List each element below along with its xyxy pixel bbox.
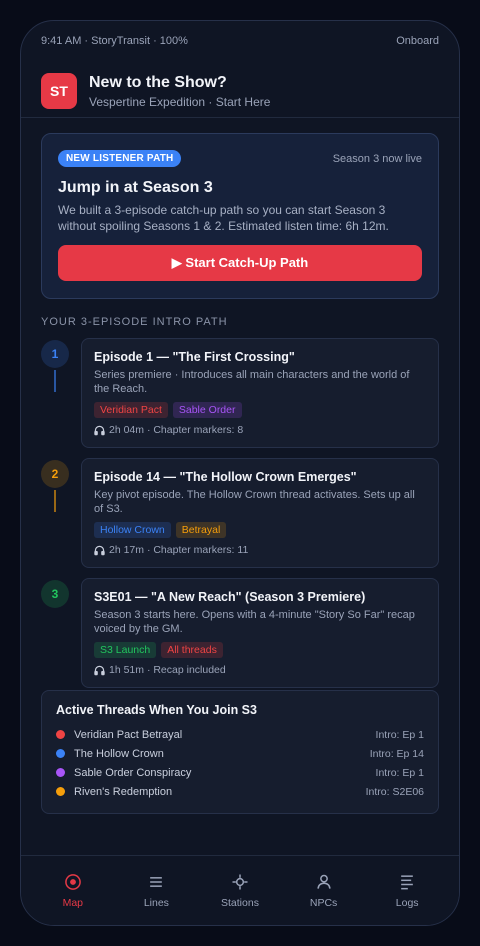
start-catch-up-button[interactable]: ▶ Start Catch-Up Path — [58, 245, 422, 281]
thread-row[interactable]: Riven's Redemption Intro: S2E06 — [56, 782, 424, 801]
thread-row[interactable]: Sable Order Conspiracy Intro: Ep 1 — [56, 763, 424, 782]
episode-card[interactable]: Episode 1 — "The First Crossing" Series … — [81, 338, 439, 448]
status-left: 9:41 AM · StoryTransit · 100% — [41, 35, 188, 47]
headphones-icon — [94, 665, 105, 675]
thread-dot — [56, 749, 65, 758]
headphones-icon — [94, 425, 105, 435]
main-content: NEW LISTENER PATH Season 3 now live Jump… — [41, 133, 439, 814]
episode-meta: 1h 51m · Recap included — [94, 664, 426, 676]
headphones-icon — [94, 545, 105, 555]
thread-intro: Intro: Ep 1 — [375, 766, 424, 779]
thread-row[interactable]: Veridian Pact Betrayal Intro: Ep 1 — [56, 725, 424, 744]
tab-lines[interactable]: Lines — [121, 872, 191, 909]
thread-dot — [56, 787, 65, 796]
tab-label: NPCs — [309, 897, 338, 909]
tab-label: Stations — [221, 897, 259, 909]
step-connector — [54, 490, 56, 512]
tab-label: Map — [62, 897, 84, 909]
npcs-icon — [314, 872, 334, 892]
thread-list: Veridian Pact Betrayal Intro: Ep 1 The H… — [56, 725, 424, 801]
thread-tag: S3 Launch — [94, 642, 157, 658]
episode-tags: Veridian Pact Sable Order — [94, 402, 426, 418]
thread-row[interactable]: The Hollow Crown Intro: Ep 14 — [56, 744, 424, 763]
hero-card: NEW LISTENER PATH Season 3 now live Jump… — [41, 133, 439, 299]
step-number: 3 — [41, 580, 69, 608]
stations-icon — [230, 872, 250, 892]
thread-intro: Intro: Ep 1 — [375, 728, 424, 741]
page-title: New to the Show? — [89, 73, 227, 91]
episode-description: Series premiere · Introduces all main ch… — [94, 369, 410, 395]
episode-title: Episode 14 — "The Hollow Crown Emerges" — [94, 470, 357, 484]
app-header: ST New to the Show? Vespertine Expeditio… — [21, 65, 459, 117]
episode-title: Episode 1 — "The First Crossing" — [94, 350, 295, 364]
tab-label: Logs — [395, 897, 419, 909]
step-number: 1 — [41, 340, 69, 368]
page-subtitle: Vespertine Expedition · Start Here — [89, 94, 271, 109]
hero-description: We built a 3-episode catch-up path so yo… — [58, 203, 389, 233]
episode-meta-text: 2h 17m · Chapter markers: 11 — [109, 544, 249, 556]
tab-stations[interactable]: Stations — [205, 872, 275, 909]
path-step: 2 Episode 14 — "The Hollow Crown Emerges… — [41, 458, 439, 578]
thread-intro: Intro: S2E06 — [365, 785, 424, 798]
thread-intro: Intro: Ep 14 — [369, 747, 424, 760]
threads-title: Active Threads When You Join S3 — [56, 703, 257, 717]
intro-path-label: YOUR 3-EPISODE INTRO PATH — [41, 316, 228, 328]
thread-name: Sable Order Conspiracy — [74, 766, 192, 779]
episode-meta: 2h 04m · Chapter markers: 8 — [94, 424, 426, 436]
thread-name: The Hollow Crown — [74, 747, 164, 760]
episode-meta-text: 1h 51m · Recap included — [109, 664, 226, 676]
status-right: Onboard — [396, 35, 439, 47]
path-step: 1 Episode 1 — "The First Crossing" Serie… — [41, 338, 439, 458]
episode-meta: 2h 17m · Chapter markers: 11 — [94, 544, 426, 556]
step-number: 2 — [41, 460, 69, 488]
thread-tag: Hollow Crown — [94, 522, 171, 538]
thread-tag: Betrayal — [175, 522, 227, 538]
thread-tag: Sable Order — [172, 402, 242, 418]
thread-tag: Veridian Pact — [94, 402, 168, 418]
app-logo: ST — [41, 73, 77, 109]
thread-dot — [56, 730, 65, 739]
bottom-tab-bar: Map Lines Stations NPCs Logs — [21, 855, 459, 925]
season-note: Season 3 now live — [332, 152, 422, 165]
logs-icon — [397, 872, 417, 892]
thread-tag: All threads — [161, 642, 223, 658]
episode-meta-text: 2h 04m · Chapter markers: 8 — [109, 424, 244, 436]
episode-description: Key pivot episode. The Hollow Crown thre… — [94, 489, 415, 515]
episode-card[interactable]: S3E01 — "A New Reach" (Season 3 Premiere… — [81, 578, 439, 688]
tab-logs[interactable]: Logs — [372, 872, 442, 909]
episode-card[interactable]: Episode 14 — "The Hollow Crown Emerges" … — [81, 458, 439, 568]
episode-tags: Hollow Crown Betrayal — [94, 522, 426, 538]
map-icon — [63, 872, 83, 892]
thread-dot — [56, 768, 65, 777]
intro-path: 1 Episode 1 — "The First Crossing" Serie… — [41, 338, 439, 688]
tab-map[interactable]: Map — [38, 872, 108, 909]
tab-npcs[interactable]: NPCs — [289, 872, 359, 909]
thread-name: Veridian Pact Betrayal — [74, 728, 183, 741]
active-threads-card: Active Threads When You Join S3 Veridian… — [41, 690, 439, 814]
tab-label: Lines — [143, 897, 169, 909]
thread-name: Riven's Redemption — [74, 785, 173, 798]
episode-title: S3E01 — "A New Reach" (Season 3 Premiere… — [94, 590, 366, 604]
hero-title: Jump in at Season 3 — [58, 179, 213, 196]
episode-tags: S3 Launch All threads — [94, 642, 426, 658]
episode-description: Season 3 starts here. Opens with a 4-min… — [94, 609, 415, 635]
header-divider — [21, 117, 459, 118]
path-step: 3 S3E01 — "A New Reach" (Season 3 Premie… — [41, 578, 439, 688]
phone-frame: 9:41 AM · StoryTransit · 100% Onboard ST… — [20, 20, 460, 926]
status-bar: 9:41 AM · StoryTransit · 100% Onboard — [21, 21, 459, 61]
new-listener-badge: NEW LISTENER PATH — [58, 150, 182, 167]
step-connector — [54, 370, 56, 392]
lines-icon — [146, 872, 166, 892]
